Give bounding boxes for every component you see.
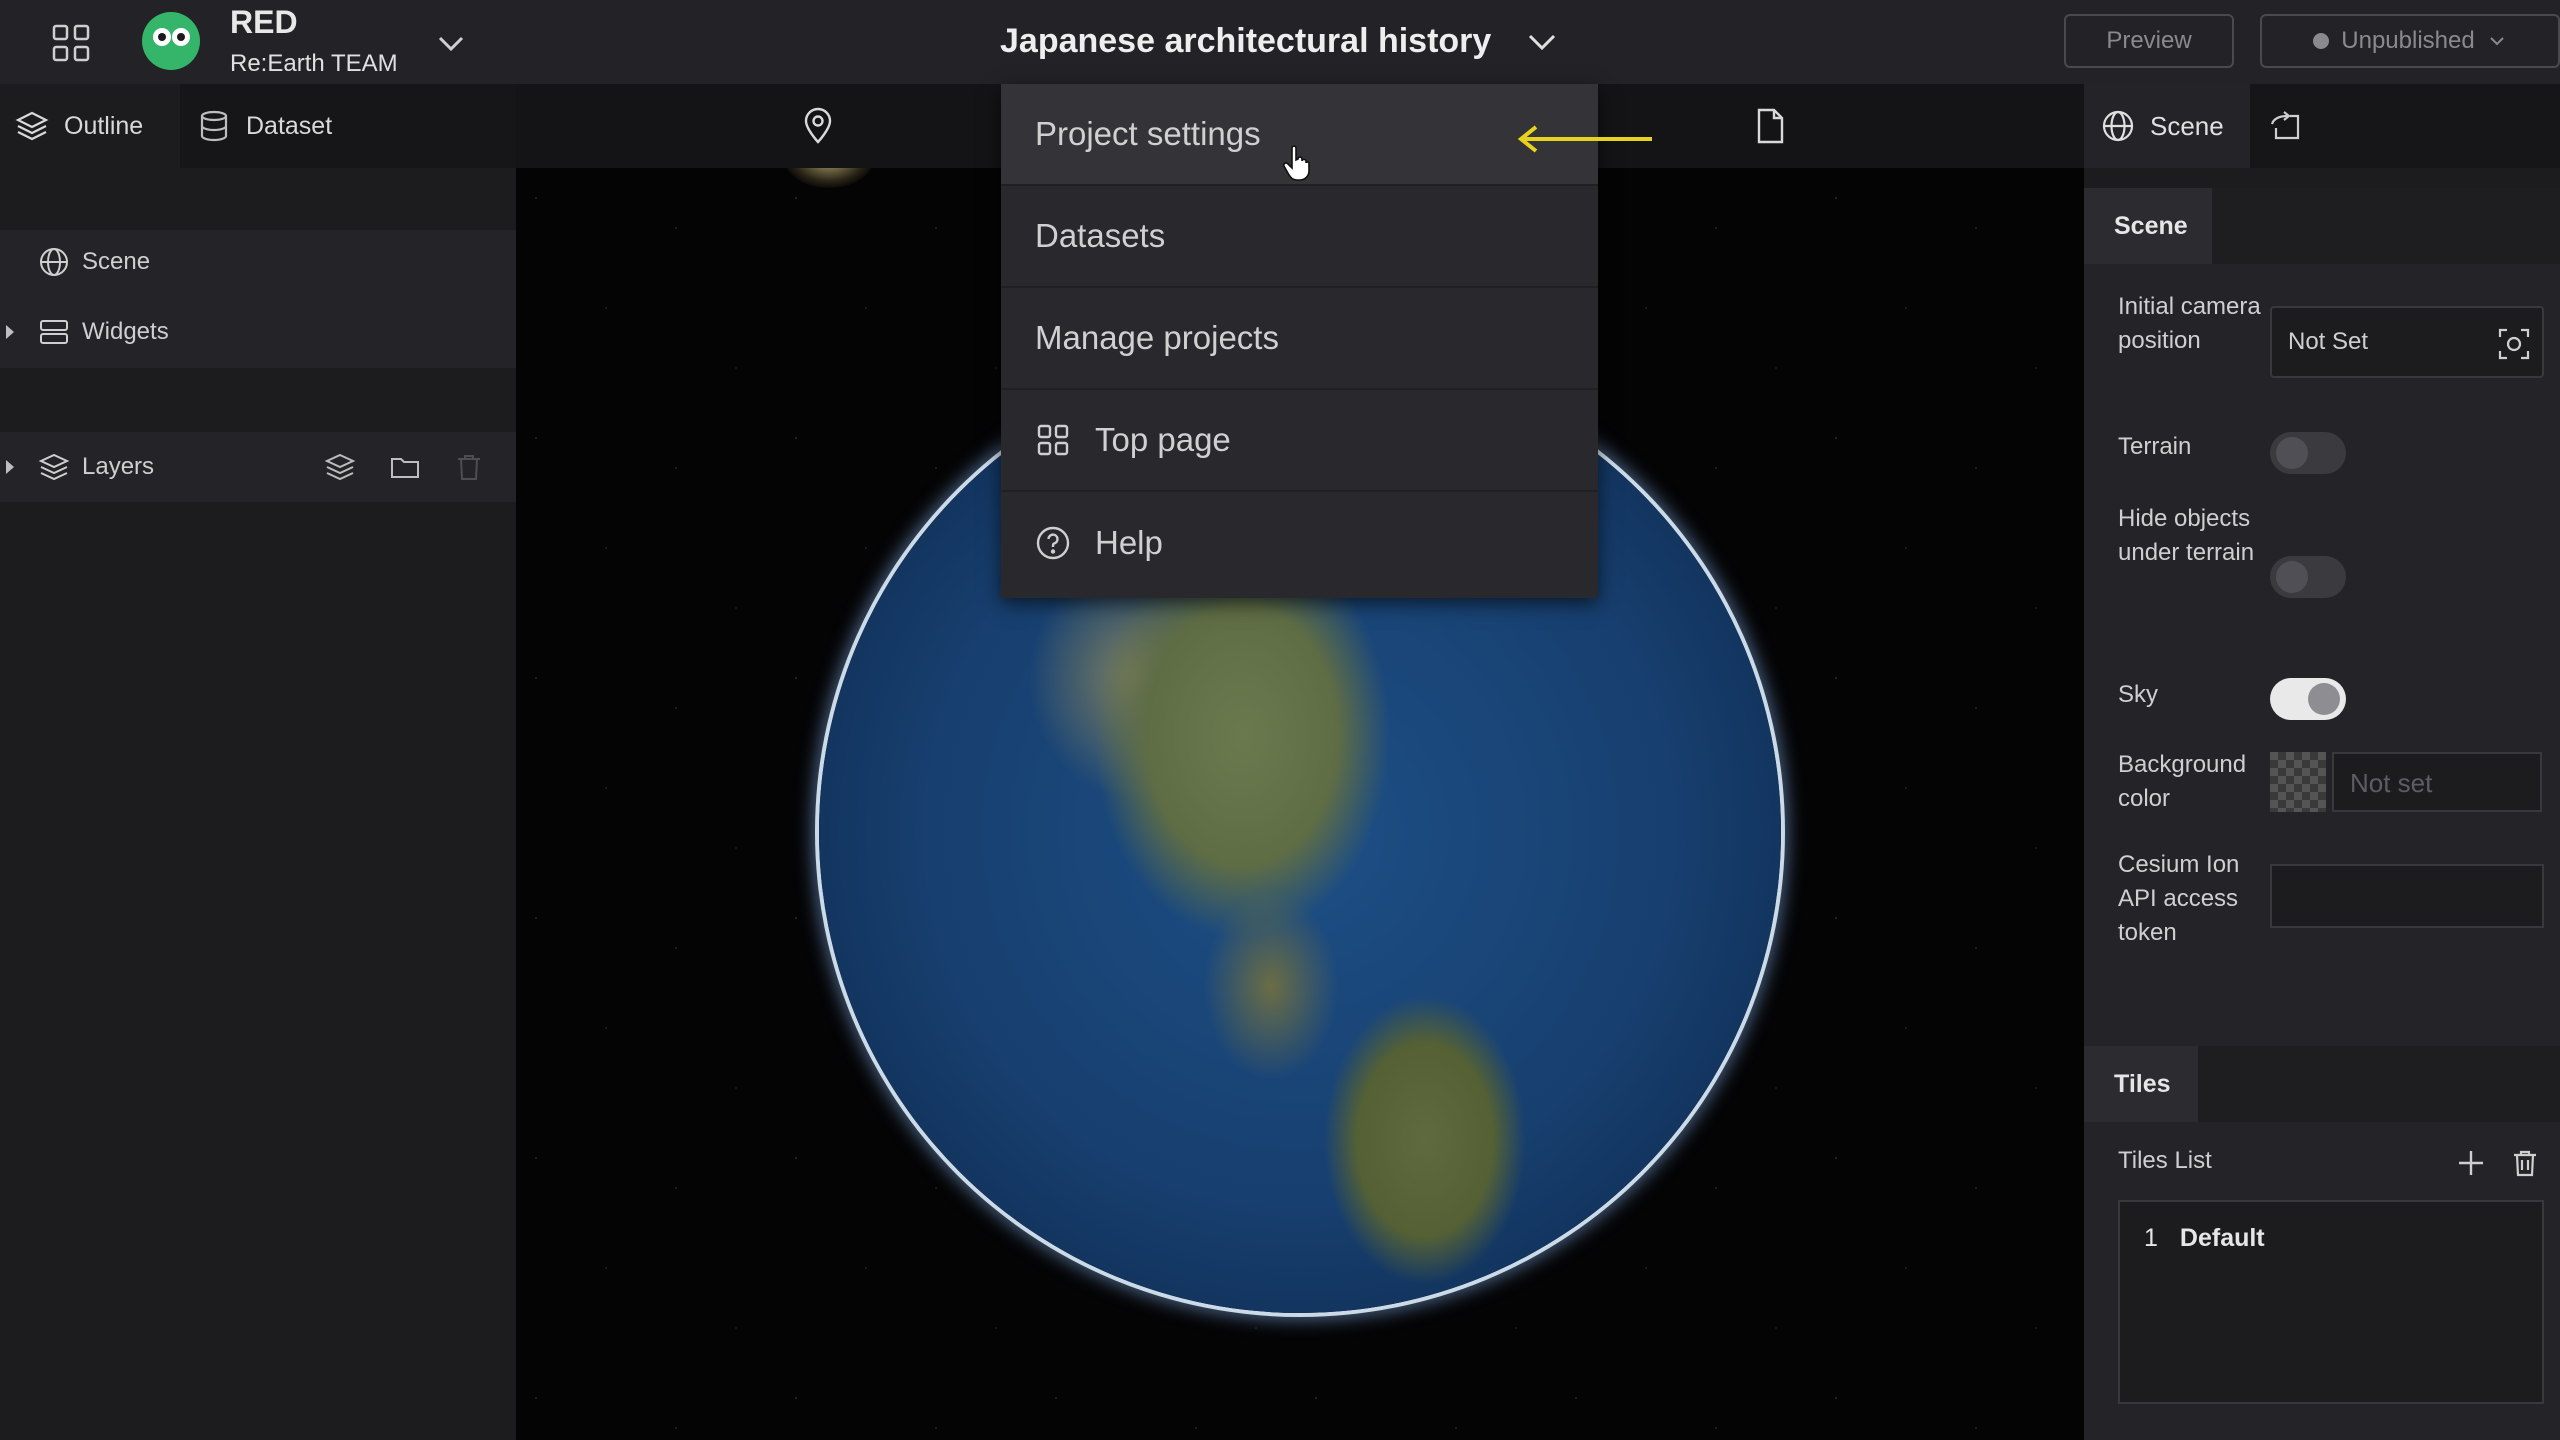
hand-cursor-icon — [1282, 145, 1310, 181]
tree-item-widgets-label: Widgets — [82, 318, 169, 345]
globe-icon — [40, 248, 68, 276]
menu-item-label: Project settings — [1035, 115, 1261, 152]
status-dot-icon — [2313, 33, 2330, 49]
tab-scene-label: Scene — [2150, 110, 2224, 141]
left-panel: Outline Dataset Scene Widgets Layers — [0, 84, 516, 1440]
menu-item-label: Top page — [1095, 421, 1231, 458]
database-icon — [200, 110, 228, 142]
toggle-knob — [2276, 437, 2308, 469]
tiles-group-title: Tiles — [2084, 1046, 2198, 1122]
tile-index: 1 — [2144, 1224, 2158, 1252]
right-tabs: Scene — [2084, 84, 2560, 168]
menu-item-label: Help — [1095, 524, 1163, 561]
chevron-down-icon[interactable] — [434, 26, 468, 60]
expand-caret-icon[interactable] — [6, 460, 14, 474]
menu-item-label: Manage projects — [1035, 319, 1279, 356]
expand-caret-icon[interactable] — [6, 325, 14, 339]
camera-capture-icon[interactable] — [2496, 326, 2532, 362]
hide-objects-toggle[interactable] — [2270, 556, 2346, 598]
chevron-down-icon — [2490, 37, 2504, 46]
tab-export[interactable] — [2268, 84, 2338, 168]
terrain-toggle[interactable] — [2270, 432, 2346, 474]
menu-item-datasets[interactable]: Datasets — [1001, 186, 1598, 288]
terrain-label: Terrain — [2118, 433, 2192, 460]
sky-toggle[interactable] — [2270, 678, 2346, 720]
cesium-token-label: Cesium Ion API access token — [2118, 851, 2240, 946]
tile-name: Default — [2179, 1224, 2265, 1252]
toggle-knob — [2276, 561, 2308, 593]
hide-objects-label: Hide objects under terrain — [2118, 505, 2255, 566]
toggle-knob — [2308, 683, 2340, 715]
group-header-filler — [2198, 1046, 2560, 1122]
trash-icon[interactable] — [2508, 1146, 2542, 1180]
scene-group-title: Scene — [2084, 188, 2212, 264]
menu-item-label: Datasets — [1035, 217, 1166, 254]
layers-icon — [15, 111, 49, 141]
background-color-label: Background color — [2118, 751, 2247, 812]
left-tabs: Outline Dataset — [0, 84, 516, 168]
globe-icon — [2102, 110, 2134, 142]
cesium-token-input[interactable] — [2270, 864, 2544, 928]
workspace-name[interactable]: RED — [230, 4, 298, 41]
add-folder-icon[interactable] — [388, 450, 422, 484]
scene-property-group: Scene Initial camera position Not Set Te… — [2084, 188, 2560, 1094]
avatar-eye-left — [153, 28, 171, 46]
tree-item-scene-label: Scene — [82, 248, 151, 275]
menu-item-top-page[interactable]: Top page — [1001, 390, 1598, 492]
layers-icon — [38, 453, 70, 481]
widgets-icon — [40, 320, 68, 344]
camera-position-field[interactable]: Not Set — [2270, 306, 2544, 378]
background-color-input[interactable]: Not set — [2332, 752, 2542, 812]
tree-item-widgets[interactable]: Widgets — [0, 302, 516, 362]
outline-layers-section: Layers — [0, 432, 516, 502]
project-chevron-down-icon[interactable] — [1524, 24, 1560, 60]
outline-scene-section: Scene Widgets — [0, 230, 516, 368]
add-layer-icon[interactable] — [323, 450, 357, 484]
workspace-team[interactable]: Re:Earth TEAM — [230, 50, 398, 78]
apps-grid-icon[interactable] — [52, 24, 90, 62]
group-header-filler — [2212, 188, 2560, 264]
annotation-arrow-icon — [1517, 125, 1652, 153]
background-color-swatch[interactable] — [2270, 752, 2326, 812]
list-item[interactable]: 1 Default — [2144, 1224, 2265, 1253]
publish-status-label: Unpublished — [2341, 27, 2475, 54]
project-title[interactable]: Japanese architectural history — [1000, 22, 1491, 61]
app-header: RED Re:Earth TEAM Japanese architectural… — [0, 0, 2560, 84]
tree-item-scene[interactable]: Scene — [0, 232, 516, 292]
tab-dataset-label: Dataset — [246, 111, 333, 140]
tree-item-layers-label: Layers — [82, 453, 155, 480]
tab-outline[interactable]: Outline — [0, 84, 180, 168]
sky-label: Sky — [2118, 681, 2159, 708]
grid-icon — [1037, 424, 1069, 456]
tree-item-layers[interactable]: Layers — [0, 437, 516, 497]
file-icon[interactable] — [1750, 106, 1790, 146]
preview-button[interactable]: Preview — [2064, 14, 2234, 68]
tiles-list: 1 Default — [2118, 1200, 2544, 1404]
tab-scene[interactable]: Scene — [2084, 84, 2250, 168]
right-panel: Scene Scene Initial camera position Not … — [2084, 84, 2560, 1440]
trash-icon[interactable] — [452, 450, 486, 484]
tab-outline-label: Outline — [64, 111, 144, 140]
export-icon — [2270, 111, 2300, 140]
menu-item-help[interactable]: Help — [1001, 492, 1598, 594]
map-pin-icon[interactable] — [798, 106, 838, 146]
help-circle-icon — [1036, 526, 1070, 560]
tiles-list-label: Tiles List — [2118, 1147, 2212, 1174]
publish-status-button[interactable]: Unpublished — [2260, 14, 2560, 68]
add-tile-icon[interactable] — [2454, 1146, 2488, 1180]
tab-dataset[interactable]: Dataset — [196, 84, 376, 168]
camera-position-value: Not Set — [2288, 328, 2369, 355]
workspace-avatar[interactable] — [142, 12, 200, 70]
avatar-eye-right — [172, 28, 190, 46]
camera-position-label: Initial camera position — [2118, 293, 2261, 354]
tiles-property-group: Tiles Tiles List 1 Default — [2084, 1046, 2560, 1440]
menu-item-manage-projects[interactable]: Manage projects — [1001, 288, 1598, 390]
